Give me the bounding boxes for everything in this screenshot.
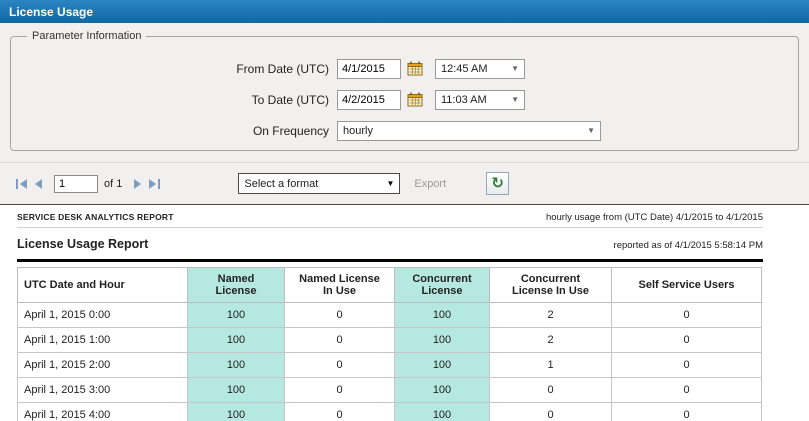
export-format-select[interactable]: Select a format ▼ — [238, 173, 400, 194]
from-time-value: 12:45 AM — [441, 63, 487, 75]
previous-page-icon — [35, 179, 42, 189]
license-usage-window: License Usage Parameter Information From… — [0, 0, 809, 421]
report-title: License Usage Report — [17, 237, 148, 251]
license-usage-table: UTC Date and HourNamed LicenseNamed Lice… — [17, 267, 762, 421]
cell-value: 100 — [188, 303, 285, 328]
cell-value: 100 — [188, 378, 285, 403]
table-row: April 1, 2015 2:00100010010 — [18, 353, 762, 378]
report-divider — [17, 259, 763, 262]
report-viewer: SERVICE DESK ANALYTICS REPORT hourly usa… — [0, 204, 809, 421]
parameter-information-section: Parameter Information From Date (UTC) — [10, 30, 799, 151]
last-page-icon — [149, 179, 156, 189]
cell-value: 100 — [188, 328, 285, 353]
cell-value: 0 — [612, 353, 762, 378]
frequency-row: On Frequency hourly ▼ — [19, 120, 790, 141]
cell-value: 100 — [395, 353, 490, 378]
cell-value: 0 — [285, 328, 395, 353]
cell-value: 0 — [612, 378, 762, 403]
cell-value: 100 — [395, 303, 490, 328]
cell-value: 2 — [490, 303, 612, 328]
page-title: License Usage — [9, 5, 93, 19]
chevron-down-icon: ▼ — [587, 126, 595, 135]
cell-value: 0 — [490, 403, 612, 421]
export-link[interactable]: Export — [414, 178, 446, 190]
cell-date-hour: April 1, 2015 2:00 — [18, 353, 188, 378]
next-page-button[interactable] — [130, 177, 145, 191]
report-meta-title: SERVICE DESK ANALYTICS REPORT — [17, 212, 174, 222]
page-count-label: of 1 — [104, 178, 122, 190]
from-date-input[interactable] — [337, 59, 401, 79]
cell-value: 0 — [612, 328, 762, 353]
cell-value: 100 — [395, 328, 490, 353]
cell-date-hour: April 1, 2015 1:00 — [18, 328, 188, 353]
table-row: April 1, 2015 1:00100010020 — [18, 328, 762, 353]
report-title-row: License Usage Report reported as of 4/1/… — [17, 228, 763, 259]
chevron-down-icon: ▼ — [511, 64, 519, 73]
to-date-calendar-button[interactable] — [405, 90, 425, 109]
table-row: April 1, 2015 0:00100010020 — [18, 303, 762, 328]
cell-value: 100 — [395, 378, 490, 403]
table-row: April 1, 2015 3:00100010000 — [18, 378, 762, 403]
cell-value: 0 — [612, 403, 762, 421]
report-meta-row: SERVICE DESK ANALYTICS REPORT hourly usa… — [17, 209, 763, 228]
report-usage-range: hourly usage from (UTC Date) 4/1/2015 to… — [546, 212, 763, 223]
cell-date-hour: April 1, 2015 4:00 — [18, 403, 188, 421]
first-page-button[interactable] — [12, 177, 31, 191]
cell-value: 100 — [188, 403, 285, 421]
column-header: UTC Date and Hour — [18, 268, 188, 303]
cell-value: 0 — [490, 378, 612, 403]
from-date-calendar-button[interactable] — [405, 59, 425, 78]
calendar-icon — [407, 92, 423, 107]
cell-value: 2 — [490, 328, 612, 353]
column-header: Self Service Users — [612, 268, 762, 303]
frequency-label: On Frequency — [19, 124, 337, 138]
cell-value: 0 — [285, 353, 395, 378]
next-page-icon — [134, 179, 141, 189]
refresh-icon: ↻ — [491, 176, 504, 191]
chevron-down-icon: ▼ — [386, 179, 394, 188]
last-page-button[interactable] — [145, 177, 164, 191]
column-header: Named License In Use — [285, 268, 395, 303]
from-date-label: From Date (UTC) — [19, 62, 337, 76]
from-date-row: From Date (UTC) 12:45 AM ▼ — [19, 58, 790, 79]
cell-value: 1 — [490, 353, 612, 378]
column-header: Concurrent License In Use — [490, 268, 612, 303]
table-row: April 1, 2015 4:00100010000 — [18, 403, 762, 421]
cell-value: 100 — [188, 353, 285, 378]
current-page-input[interactable] — [54, 175, 98, 193]
cell-value: 0 — [285, 403, 395, 421]
calendar-icon — [407, 61, 423, 76]
parameter-section-legend: Parameter Information — [27, 30, 146, 42]
pagination-controls: of 1 — [12, 175, 164, 193]
cell-value: 0 — [285, 303, 395, 328]
from-time-dropdown[interactable]: 12:45 AM ▼ — [435, 59, 525, 79]
frequency-value: hourly — [343, 125, 373, 137]
table-body: April 1, 2015 0:00100010020April 1, 2015… — [18, 303, 762, 421]
window-titlebar: License Usage — [0, 0, 809, 23]
to-date-row: To Date (UTC) 11:03 AM ▼ — [19, 89, 790, 110]
previous-page-button[interactable] — [31, 177, 46, 191]
cell-value: 0 — [612, 303, 762, 328]
column-header: Named License — [188, 268, 285, 303]
to-time-value: 11:03 AM — [441, 94, 487, 106]
first-page-icon — [16, 179, 18, 189]
chevron-down-icon: ▼ — [511, 95, 519, 104]
report-toolbar: of 1 Select a format ▼ Export ↻ — [0, 163, 809, 204]
cell-date-hour: April 1, 2015 0:00 — [18, 303, 188, 328]
export-format-value: Select a format — [244, 178, 318, 190]
reported-as-of: reported as of 4/1/2015 5:58:14 PM — [614, 240, 763, 251]
to-date-label: To Date (UTC) — [19, 93, 337, 107]
table-header-row: UTC Date and HourNamed LicenseNamed Lice… — [18, 268, 762, 303]
cell-value: 100 — [395, 403, 490, 421]
cell-value: 0 — [285, 378, 395, 403]
refresh-button[interactable]: ↻ — [486, 172, 509, 195]
column-header: Concurrent License — [395, 268, 490, 303]
to-time-dropdown[interactable]: 11:03 AM ▼ — [435, 90, 525, 110]
to-date-input[interactable] — [337, 90, 401, 110]
frequency-dropdown[interactable]: hourly ▼ — [337, 121, 601, 141]
cell-date-hour: April 1, 2015 3:00 — [18, 378, 188, 403]
